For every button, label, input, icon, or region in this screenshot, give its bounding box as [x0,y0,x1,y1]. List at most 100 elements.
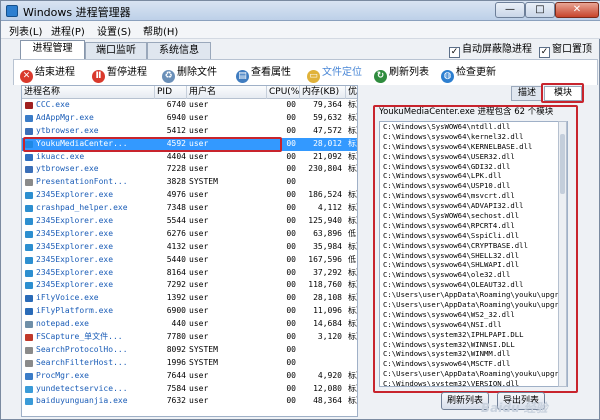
table-row[interactable]: iFlyVoice.exe 1392user 00 28,108 标准 [22,292,357,305]
tool-button-globe[interactable]: ◍ 检查更新 [441,65,496,83]
tool-button-refresh[interactable]: ↻ 刷新列表 [374,65,429,83]
table-row[interactable]: YoukuMediaCenter... 4592user 00 28,012 标准 [22,137,357,151]
table-row[interactable]: ikuacc.exe 4404user 00 21,092 标准 [22,151,357,164]
list-item[interactable]: C:\Windows\SysWOW64\sechost.dll [380,211,567,221]
process-cpu: 00 [286,241,296,251]
list-item[interactable]: C:\Windows\syswow64\LPK.dll [380,171,567,181]
tool-button-stop[interactable]: ✕ 结束进程 [20,65,75,83]
list-item[interactable]: C:\Windows\system32\VERSION.dll [380,379,567,386]
tab-process-management[interactable]: 进程管理 [20,40,85,59]
list-item[interactable]: C:\Windows\syswow64\SspiCli.dll [380,231,567,241]
table-row[interactable]: CCC.exe 6740user 00 79,364 标准 [22,99,357,112]
table-row[interactable]: 2345Explorer.exe 6276 user 00 63,896 低 [22,228,357,241]
tab-port-listen[interactable]: 端口监听 [85,42,147,59]
menu-list[interactable]: 列表(L) [9,23,42,38]
list-item[interactable]: C:\Windows\syswow64\OLEAUT32.dll [380,280,567,290]
menu-help[interactable]: 帮助(H) [143,23,178,38]
table-row[interactable]: iFlyPlatform.exe 6900user 00 11,096 标准 [22,305,357,318]
list-item[interactable]: C:\Users\user\AppData\Roaming\youku\upgr [380,369,567,379]
col-name-header[interactable]: 进程名称 [22,86,155,99]
table-row[interactable]: SearchFilterHost... 1996 SYSTEM 00 [22,357,357,370]
list-item[interactable]: C:\Windows\syswow64\USP10.dll [380,181,567,191]
col-user-header[interactable]: 用户名 [187,86,267,99]
list-item[interactable]: C:\Windows\syswow64\MSCTF.dll [380,359,567,369]
process-icon [25,334,33,342]
list-item[interactable]: C:\Windows\system32\WINMM.dll [380,349,567,359]
minimize-button[interactable]: — [495,2,525,18]
list-item[interactable]: C:\Windows\syswow64\USER32.dll [380,152,567,162]
process-name: FSCapture_单文件... [36,332,123,342]
list-item[interactable]: C:\Users\user\AppData\Roaming\youku\upgr [380,300,567,310]
list-item[interactable]: C:\Users\user\AppData\Roaming\youku\upgr [380,290,567,300]
table-row[interactable]: notepad.exe 440user 00 14,684 标准 [22,318,357,331]
list-item[interactable]: C:\Windows\syswow64\kernel32.dll [380,132,567,142]
topmost-option[interactable]: ✓ 窗口置顶 [539,43,592,58]
module-list[interactable]: C:\Windows\SysWOW64\ntdll.dll C:\Windows\… [379,121,568,387]
process-user: user [189,125,209,135]
scroll-thumb[interactable] [560,134,565,194]
table-row[interactable]: 2345Explorer.exe 5544user 00 125,940 标准 [22,215,357,228]
table-row[interactable]: AdAppMgr.exe 6940user 00 59,632 标准 [22,112,357,125]
process-user: user [189,190,209,200]
menu-process[interactable]: 进程(P) [51,23,85,38]
table-row[interactable]: yundetectservice... 7584user 00 12,080 标准 [22,383,357,396]
process-memory: 11,096 [313,306,342,316]
process-icon [25,295,33,303]
list-item[interactable]: C:\Windows\syswow64\RPCRT4.dll [380,221,567,231]
table-row[interactable]: ProcMgr.exe 7644user 00 4,920 标准 [22,370,357,383]
list-item[interactable]: C:\Windows\SysWOW64\ntdll.dll [380,122,567,132]
list-item[interactable]: C:\Windows\syswow64\ADVAPI32.dll [380,201,567,211]
col-cpu-header[interactable]: CPU(%) [267,86,300,99]
process-priority: 标准 [348,125,357,135]
tab-system-info[interactable]: 系统信息 [147,42,211,59]
table-row[interactable]: ytbrowser.exe 5412user 00 47,572 标准 [22,125,357,138]
maximize-button[interactable]: □ [525,2,555,18]
list-item[interactable]: C:\Windows\syswow64\CRYPTBASE.dll [380,241,567,251]
list-item[interactable]: C:\Windows\system32\WINNSI.DLL [380,340,567,350]
list-item[interactable]: C:\Windows\syswow64\NSI.dll [380,320,567,330]
table-row[interactable]: SearchProtocolHo... 8092 SYSTEM 00 [22,344,357,357]
menu-settings[interactable]: 设置(S) [97,23,131,38]
col-pid-header[interactable]: PID [155,86,187,99]
list-item[interactable]: C:\Windows\syswow64\WS2_32.dll [380,310,567,320]
table-row[interactable]: 2345Explorer.exe 8164user 00 37,292 标准 [22,267,357,280]
module-scrollbar[interactable] [558,121,567,387]
tool-label: 文件定位 [322,67,362,78]
process-name: 2345Explorer.exe [36,267,114,277]
tab-modules[interactable]: 模块 [544,86,582,101]
table-row[interactable]: 2345Explorer.exe 7292user 00 118,760 标准 [22,279,357,292]
list-item[interactable]: C:\Windows\system32\IPHLPAPI.DLL [380,330,567,340]
list-item[interactable]: C:\Windows\syswow64\KERNELBASE.dll [380,142,567,152]
app-icon [6,5,18,17]
process-name: ytbrowser.exe [36,164,99,174]
tab-description[interactable]: 描述 [511,86,543,101]
process-priority: 低 [348,254,356,264]
list-item[interactable]: C:\Windows\syswow64\SHELL32.dll [380,251,567,261]
export-modules-button[interactable]: 导出列表 [497,392,545,410]
col-priority-header[interactable]: 优先 [346,86,357,99]
list-item[interactable]: C:\Windows\syswow64\GDI32.dll [380,162,567,172]
list-item[interactable]: C:\Windows\syswow64\SHLWAPI.dll [380,260,567,270]
table-row[interactable]: PresentationFont... 3828 SYSTEM 00 [22,176,357,189]
topmost-checkbox[interactable]: ✓ [539,47,550,58]
table-row[interactable]: FSCapture_单文件... 7780user 00 3,120 标准 [22,331,357,344]
auto-hide-checkbox[interactable]: ✓ [449,47,460,58]
tool-button-recycle[interactable]: ♻ 删除文件 [162,65,217,83]
close-button[interactable]: ✕ [555,2,599,18]
tool-label: 结束进程 [35,67,75,78]
tool-button-pause[interactable]: Ⅱ 暂停进程 [92,65,147,83]
list-item[interactable]: C:\Windows\syswow64\msvcrt.dll [380,191,567,201]
table-row[interactable]: baiduyunguanjia.exe 7632user 00 48,364 标准 [22,395,357,408]
tool-button-folder[interactable]: ▭ 文件定位 [307,65,362,83]
table-row[interactable]: 2345Explorer.exe 5440 user 00 167,596 低 [22,254,357,267]
tool-button-properties[interactable]: ▤ 查看属性 [236,65,291,83]
process-name: 2345Explorer.exe [36,241,114,251]
table-row[interactable]: 2345Explorer.exe 4132user 00 35,984 标准 [22,241,357,254]
auto-hide-option[interactable]: ✓ 自动屏蔽隐进程 [449,43,532,58]
table-row[interactable]: ytbrowser.exe 7228user 00 230,804 标准 [22,163,357,176]
col-mem-header[interactable]: 内存(KB) [300,86,346,99]
list-item[interactable]: C:\Windows\syswow64\ole32.dll [380,270,567,280]
table-row[interactable]: 2345Explorer.exe 4976user 00 186,524 标准 [22,189,357,202]
table-row[interactable]: crashpad_helper.exe 7348user 00 4,112 标准 [22,202,357,215]
refresh-modules-button[interactable]: 刷新列表 [441,392,489,410]
